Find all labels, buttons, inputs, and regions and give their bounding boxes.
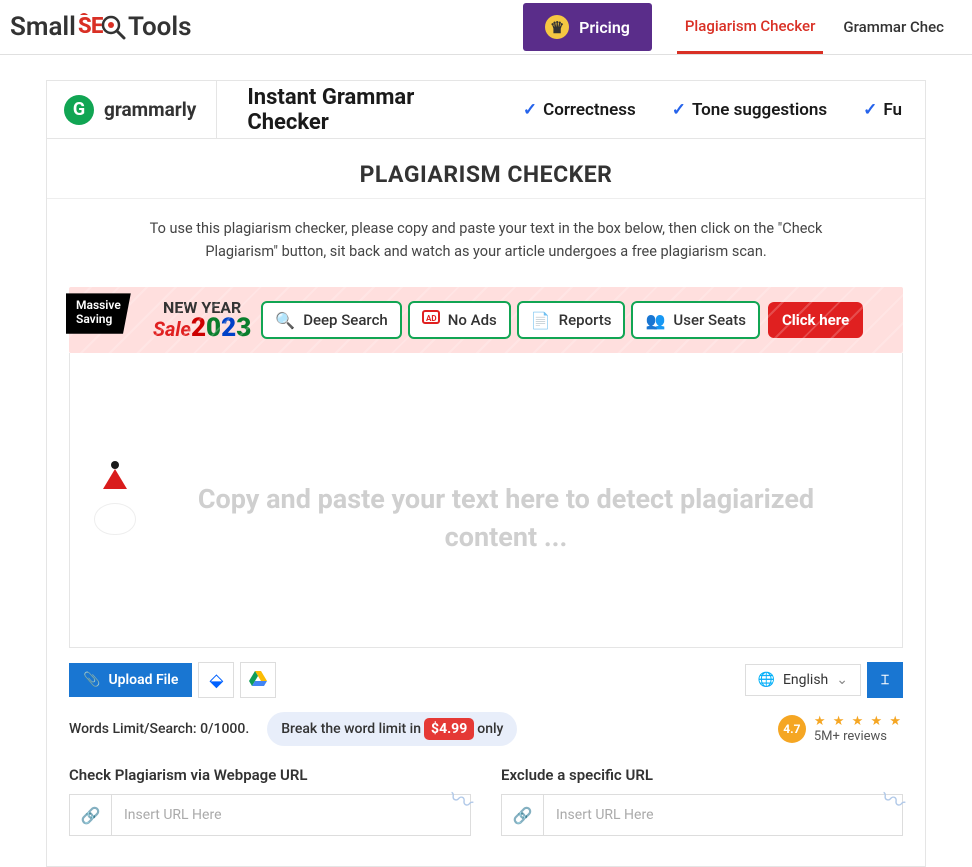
promo-deep-search[interactable]: 🔍Deep Search [261,301,401,339]
crown-icon: ♛ [545,15,569,39]
link-icon: 🔗 [502,795,544,835]
nav-plagiarism-checker[interactable]: Plagiarism Checker [677,1,824,54]
newyear-sale-text: NEW YEAR Sale 2023 [153,298,251,343]
pricing-label: Pricing [579,18,630,37]
chevron-down-icon: ⌄ [836,672,848,688]
promo-banner: MassiveSaving NEW YEAR Sale 2023 🔍Deep S… [69,287,903,353]
grammarly-logo: G grammarly [52,81,217,138]
grammarly-feature-correctness: ✓Correctness [505,100,654,120]
massive-saving-badge: MassiveSaving [66,293,131,333]
grammarly-feature-partial: ✓Fu [845,100,920,120]
svg-text:E: E [91,14,103,39]
exclude-url-field: 🔗 〰 [501,794,903,836]
exclude-url-input[interactable] [544,795,902,835]
logo-text-1: Small [10,12,76,42]
page-title: PLAGIARISM CHECKER [47,139,925,198]
google-drive-button[interactable] [240,662,276,698]
text-input-area[interactable]: Copy and paste your text here to detect … [69,353,903,648]
globe-icon: 🌐 [758,672,775,688]
price-badge: $4.99 [424,718,474,740]
upload-file-button[interactable]: 📎 Upload File [69,663,192,697]
svg-text:S: S [78,14,92,39]
grammarly-title: Instant Grammar Checker [217,85,505,135]
top-navbar: Small SE Tools ♛ Pricing Plagiarism Chec… [0,0,972,55]
promo-no-ads[interactable]: ADNo Ads [408,301,511,339]
logo-text-2: Tools [128,12,192,42]
drive-icon [249,670,267,691]
format-icon: ⌶ [881,673,889,688]
check-icon: ✓ [672,100,686,120]
promo-click-here-button[interactable]: Click here [768,302,863,338]
exclude-url-label: Exclude a specific URL [501,766,903,784]
word-limit-row: Words Limit/Search: 0/1000. Break the wo… [69,712,903,746]
break-limit-link[interactable]: Break the word limit in $4.99 only [267,712,517,746]
svg-text:AD: AD [426,314,437,323]
users-icon: 👥 [645,311,665,330]
site-logo[interactable]: Small SE Tools [10,12,192,42]
dropbox-button[interactable]: ⬙ [198,662,234,698]
logo-seo-icon: SE [78,13,126,41]
grammarly-ad-bar[interactable]: G grammarly Instant Grammar Checker ✓Cor… [46,80,926,138]
nav-grammar-checker[interactable]: Grammar Chec [835,18,952,36]
reviews-count: 5M+ reviews [814,729,903,744]
grammarly-feature-tone: ✓Tone suggestions [654,100,845,120]
main-card: PLAGIARISM CHECKER To use this plagiaris… [46,138,926,867]
instructions-text: To use this plagiarism checker, please c… [47,199,925,275]
grammarly-icon: G [64,95,94,125]
editor-toolbar: 📎 Upload File ⬙ 🌐 English ⌄ ⌶ [69,652,903,708]
pricing-button[interactable]: ♛ Pricing [523,3,652,51]
check-url-label: Check Plagiarism via Webpage URL [69,766,471,784]
check-url-input[interactable] [112,795,470,835]
promo-user-seats[interactable]: 👥User Seats [631,301,759,339]
check-icon: ✓ [863,100,877,120]
link-icon: 🔗 [70,795,112,835]
search-icon: 🔍 [275,311,295,330]
paperclip-icon: 📎 [83,672,100,688]
rating-widget[interactable]: 4.7 ★ ★ ★ ★ ★ 5M+ reviews [778,714,903,744]
format-button[interactable]: ⌶ [867,662,903,698]
url-inputs-section: Check Plagiarism via Webpage URL 🔗 〰 Exc… [69,766,903,836]
reports-icon: 📄 [531,311,551,330]
rating-score: 4.7 [778,715,806,743]
grammarly-brand-text: grammarly [104,98,196,121]
promo-reports[interactable]: 📄Reports [517,301,626,339]
dropbox-icon: ⬙ [210,670,224,691]
word-limit-text: Words Limit/Search: 0/1000. [69,721,249,737]
language-selector[interactable]: 🌐 English ⌄ [745,664,861,696]
noads-icon: AD [422,310,440,330]
check-url-field: 🔗 〰 [69,794,471,836]
rating-stars: ★ ★ ★ ★ ★ [814,714,903,729]
check-icon: ✓ [523,100,537,120]
